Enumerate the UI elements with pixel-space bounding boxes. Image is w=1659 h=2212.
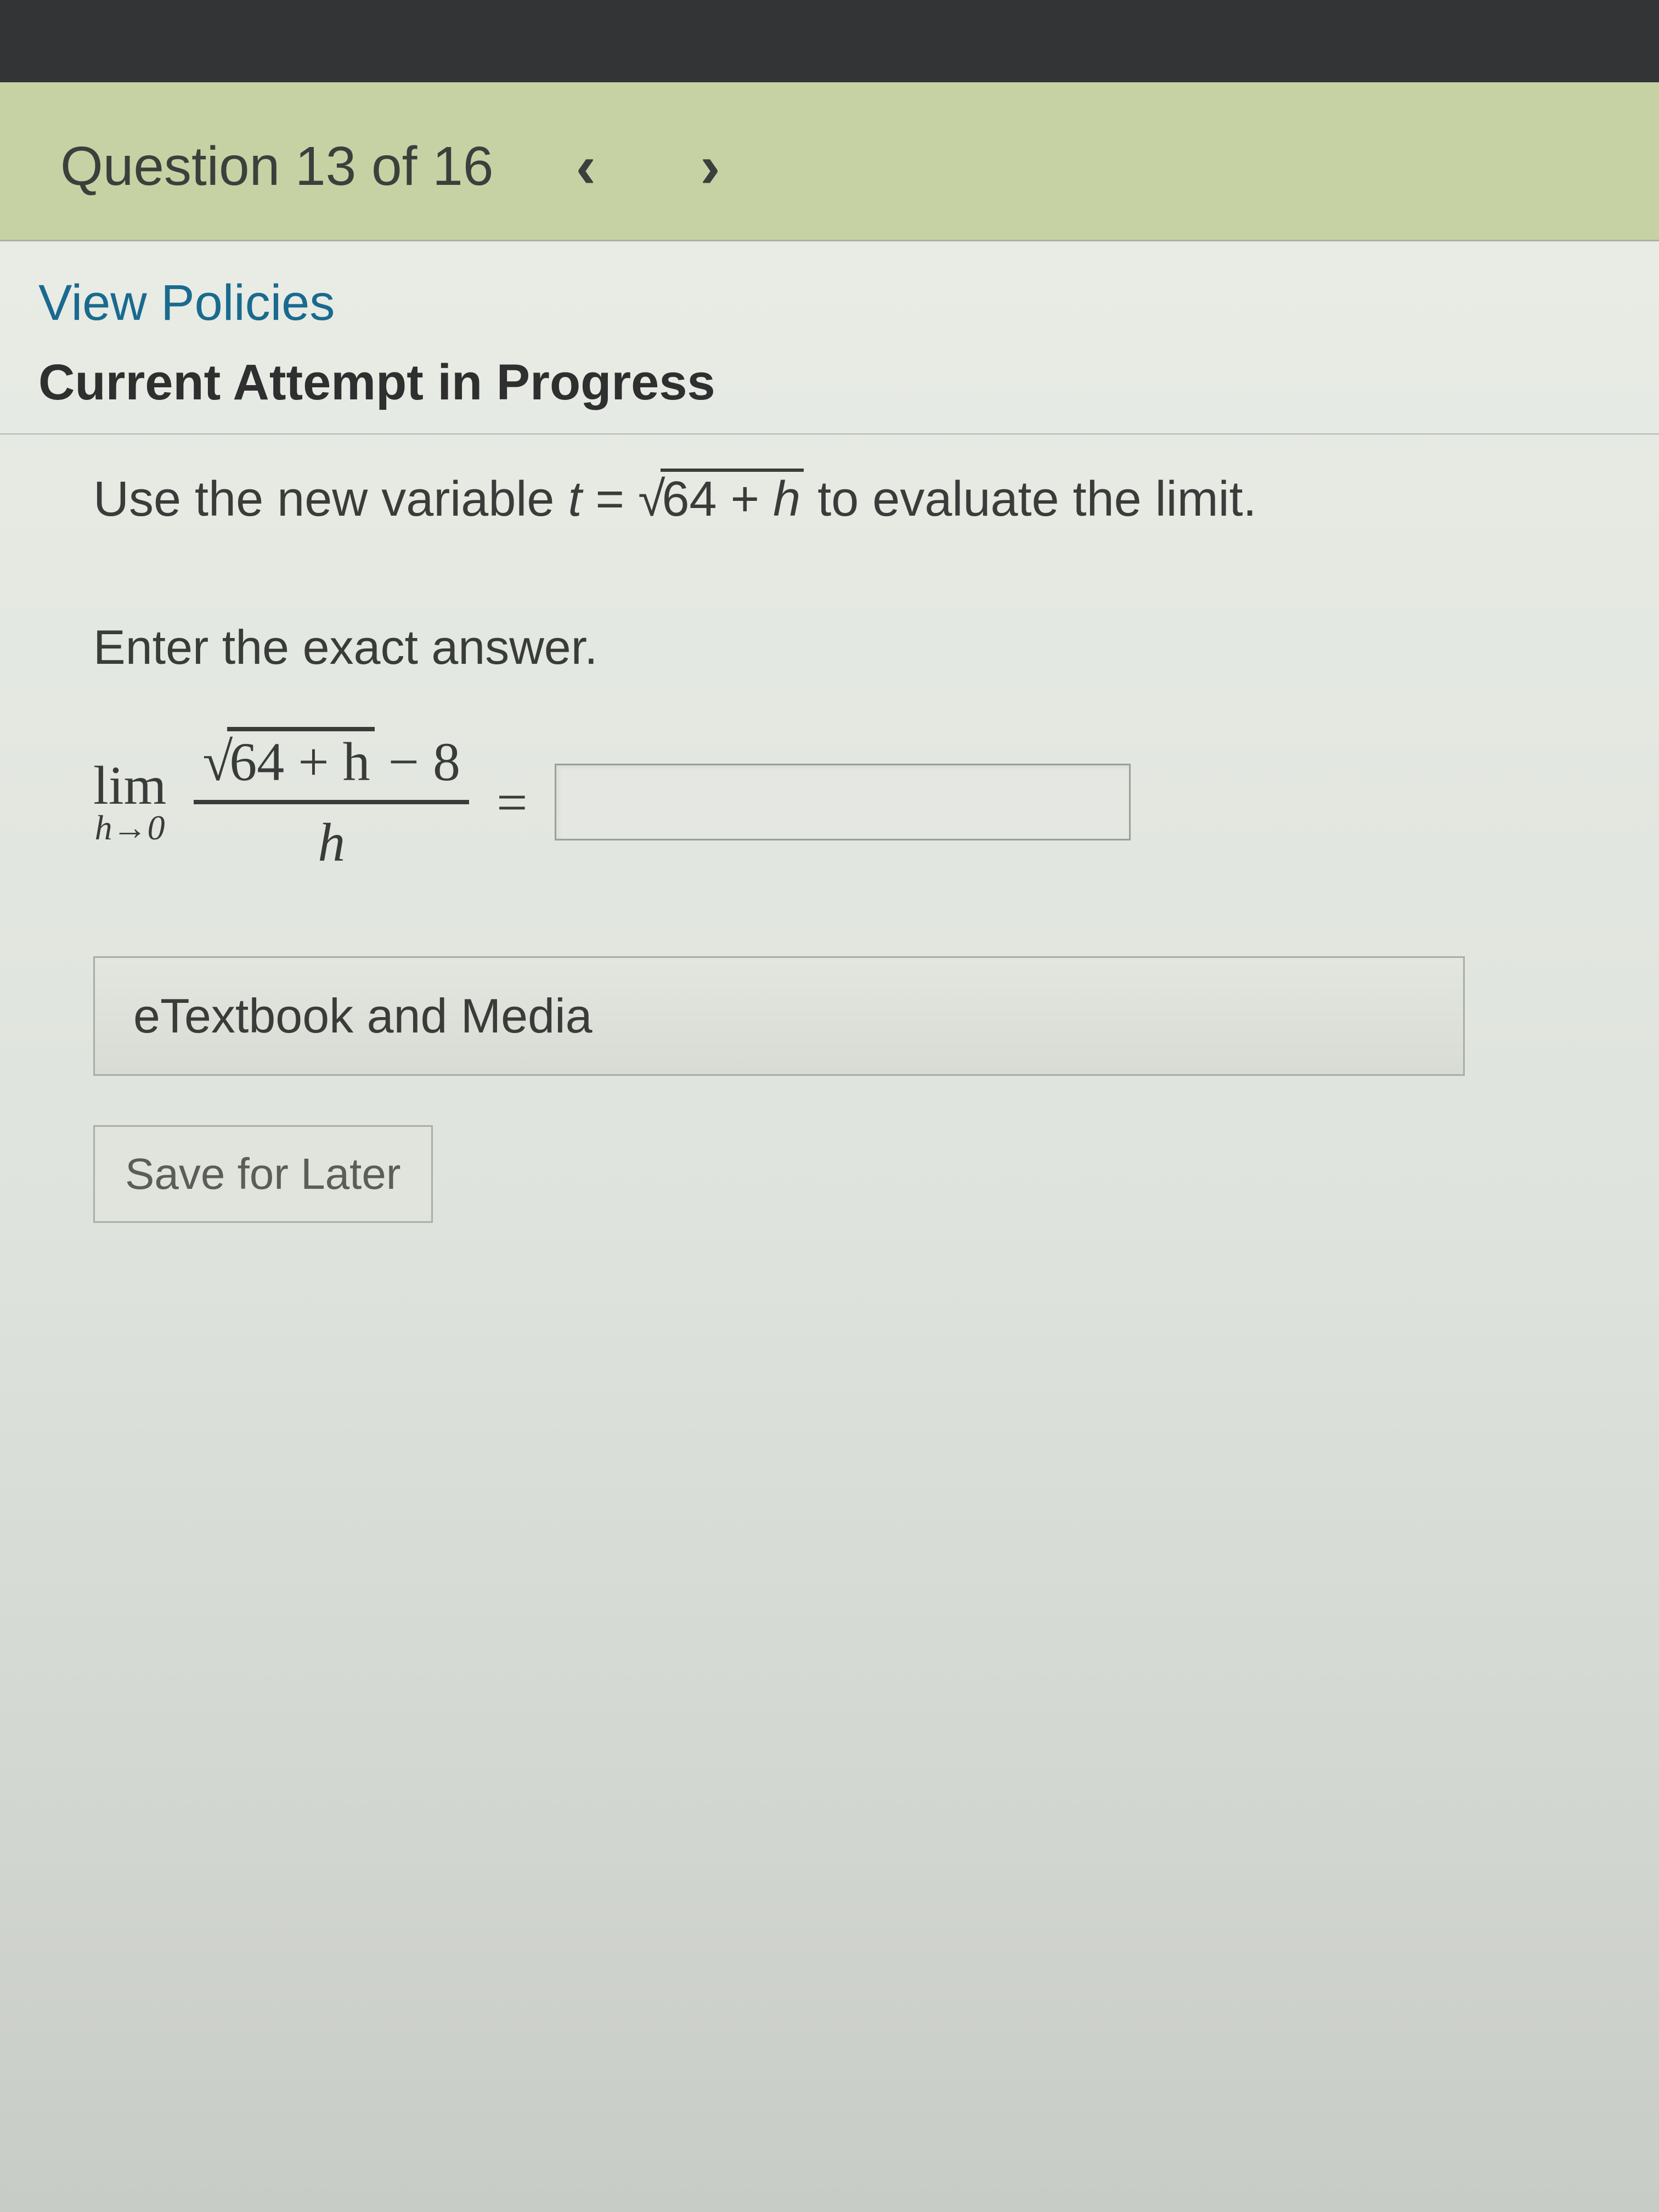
etextbook-media-button[interactable]: eTextbook and Media: [93, 956, 1465, 1076]
lim-label: lim: [93, 759, 166, 811]
answer-input[interactable]: [555, 764, 1131, 840]
question-title: Question 13 of 16: [60, 135, 493, 198]
window-topbar: [0, 0, 1659, 82]
question-content: Use the new variable t = √64 + h to eval…: [0, 467, 1659, 1223]
prev-question-button[interactable]: ‹: [554, 132, 618, 201]
question-card: View Policies Current Attempt in Progres…: [0, 240, 1659, 1881]
fraction-denominator: h: [318, 804, 345, 874]
question-prompt: Use the new variable t = √64 + h to eval…: [93, 467, 1621, 532]
lim-approach: h→0: [95, 811, 165, 845]
prompt-text-pre: Use the new variable: [93, 472, 568, 527]
fraction: √64 + h − 8 h: [194, 730, 469, 874]
save-for-later-button[interactable]: Save for Later: [93, 1125, 433, 1223]
equals-sign: =: [496, 771, 527, 834]
numerator-radicand: 64 + h: [227, 727, 374, 792]
divider: [0, 433, 1659, 435]
fraction-bar: [194, 800, 469, 804]
limit-expression-row: lim h→0 √64 + h − 8 h =: [93, 730, 1621, 874]
instruction-text: Enter the exact answer.: [93, 619, 1621, 675]
question-header: Question 13 of 16 ‹ ›: [0, 82, 1659, 240]
next-question-button[interactable]: ›: [678, 132, 742, 201]
equals-sign: =: [582, 472, 638, 527]
radicand-h: h: [773, 472, 800, 527]
numerator-tail: − 8: [375, 731, 460, 792]
fraction-numerator: √64 + h − 8: [194, 730, 469, 800]
limit-operator: lim h→0: [93, 759, 166, 845]
view-policies-link[interactable]: View Policies: [0, 241, 373, 354]
variable-t: t: [568, 472, 582, 527]
radicand-64plus: 64 +: [662, 472, 773, 527]
chevron-left-icon: ‹: [575, 133, 596, 200]
prompt-text-post: to evaluate the limit.: [804, 472, 1256, 527]
attempt-status: Current Attempt in Progress: [0, 354, 1659, 433]
chevron-right-icon: ›: [700, 133, 720, 200]
radicand-inline: 64 + h: [661, 469, 804, 527]
